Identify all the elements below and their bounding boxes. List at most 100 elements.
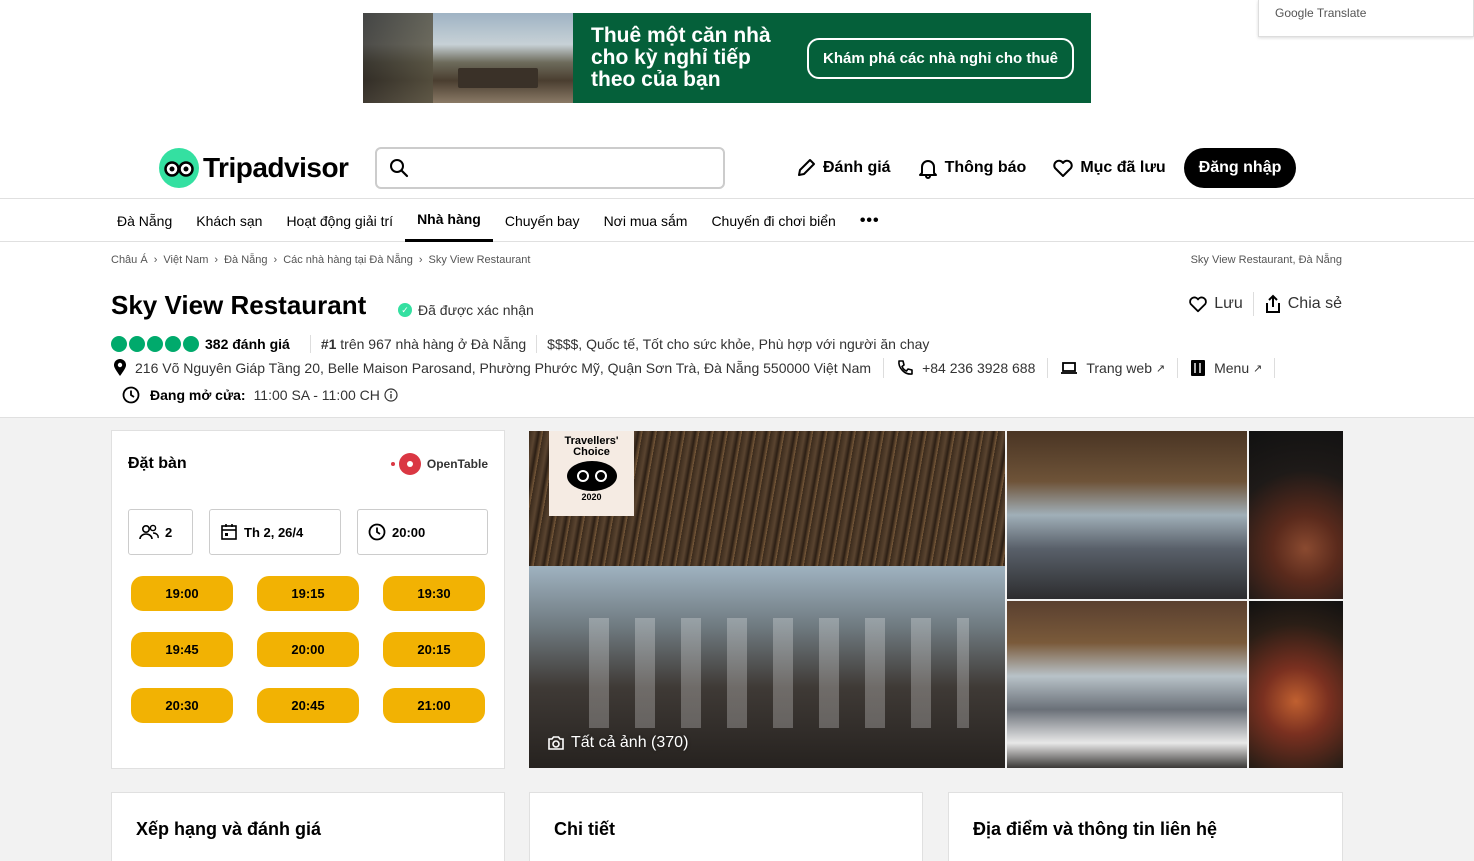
photo-thumbnail[interactable] [1007, 601, 1247, 768]
rank-text: trên 967 nhà hàng ở Đà Nẵng [340, 336, 527, 352]
cuisine-tags: $$$$, Quốc tế, Tốt cho sức khỏe, Phù hợp… [547, 336, 930, 352]
time-slot-button[interactable]: 19:15 [257, 576, 359, 611]
nav-item-da-nang[interactable]: Đà Nẵng [105, 199, 184, 242]
time-slot-button[interactable]: 19:45 [131, 632, 233, 667]
address-text: 216 Võ Nguyên Giáp Tầng 20, Belle Maison… [135, 360, 872, 376]
time-slot-button[interactable]: 21:00 [383, 688, 485, 723]
rating-line: 382 đánh giá #1 trên 967 nhà hàng ở Đà N… [111, 335, 929, 353]
divider [1252, 292, 1254, 316]
reservation-card: Đặt bàn OpenTable 2 Th 2, 26/4 20:00 19:… [111, 430, 505, 769]
time-slot-button[interactable]: 19:00 [131, 576, 233, 611]
reservation-selectors: 2 Th 2, 26/4 20:00 [128, 509, 488, 555]
address-link[interactable]: 216 Võ Nguyên Giáp Tầng 20, Belle Maison… [113, 359, 871, 377]
saved-label: Mục đã lưu [1080, 159, 1166, 176]
chevron-right-icon: › [273, 254, 278, 266]
all-photos-label: Tất cả ảnh (370) [571, 734, 689, 751]
party-size-select[interactable]: 2 [128, 509, 193, 555]
breadcrumb-item[interactable]: Châu Á [111, 254, 148, 266]
phone-icon [898, 360, 913, 375]
time-slot-button[interactable]: 20:15 [383, 632, 485, 667]
details-card: Chi tiết [529, 792, 923, 861]
notifications-link[interactable]: Thông báo [917, 157, 1027, 179]
photo-thumbnail[interactable] [1007, 431, 1247, 599]
verified-badge: ✓ Đã được xác nhận [398, 302, 534, 318]
photo-thumbnail[interactable] [1249, 601, 1343, 768]
date-select[interactable]: Th 2, 26/4 [209, 509, 341, 555]
google-translate-widget[interactable]: Google Translate [1258, 0, 1474, 37]
menu-text: Menu [1214, 360, 1250, 376]
tripadvisor-logo[interactable]: Tripadvisor [159, 148, 349, 188]
header-actions: Đánh giá Thông báo Mục đã lưu Đăng nhập [795, 148, 1297, 188]
share-button[interactable]: Chia sẻ [1264, 294, 1342, 314]
owl-badge-icon [566, 461, 617, 491]
category-nav: Đà Nẵng Khách sạn Hoạt động giải trí Nhà… [0, 198, 1474, 242]
photo-thumbnail[interactable] [1249, 431, 1343, 599]
heart-icon [1053, 159, 1073, 177]
menu-link[interactable]: Menu ↗ [1190, 359, 1262, 377]
nav-item-activities[interactable]: Hoạt động giải trí [274, 199, 405, 242]
location-card: Địa điểm và thông tin liên hệ [948, 792, 1343, 861]
all-photos-link[interactable]: Tất cả ảnh (370) [547, 734, 688, 752]
rating-bubble [183, 336, 199, 352]
review-count[interactable]: 382 đánh giá [205, 336, 290, 352]
saved-link[interactable]: Mục đã lưu [1052, 157, 1166, 179]
ad-body: Thuê một căn nhà cho kỳ nghỉ tiếp theo c… [573, 13, 1091, 103]
chevron-right-icon: › [153, 254, 158, 266]
ratings-heading: Xếp hạng và đánh giá [136, 819, 322, 839]
phone-link[interactable]: +84 236 3928 688 [896, 359, 1035, 377]
travellers-choice-badge: Travellers' Choice 2020 [549, 431, 634, 516]
search-box[interactable] [375, 147, 725, 189]
save-button[interactable]: Lưu [1188, 294, 1243, 314]
notifications-label: Thông báo [944, 159, 1027, 176]
save-label: Lưu [1214, 295, 1243, 312]
time-slot-button[interactable]: 20:30 [131, 688, 233, 723]
rank-number: #1 [320, 336, 337, 352]
nav-item-shopping[interactable]: Nơi mua sắm [592, 199, 700, 242]
review-link[interactable]: Đánh giá [795, 157, 891, 179]
breadcrumb-item-current: Sky View Restaurant [428, 254, 531, 266]
share-label: Chia sẻ [1287, 295, 1342, 312]
rating-bubble [111, 336, 127, 352]
time-slots: 19:00 19:15 19:30 19:45 20:00 20:15 20:3… [131, 576, 485, 723]
breadcrumb-item[interactable]: Việt Nam [163, 254, 208, 266]
time-select[interactable]: 20:00 [357, 509, 488, 555]
people-icon [139, 524, 159, 540]
location-heading: Địa điểm và thông tin liên hệ [973, 819, 1218, 839]
details-heading: Chi tiết [554, 819, 615, 839]
search-input[interactable] [417, 149, 723, 187]
login-button[interactable]: Đăng nhập [1183, 148, 1297, 188]
time-slot-button[interactable]: 19:30 [383, 576, 485, 611]
nav-item-restaurants[interactable]: Nhà hàng [405, 199, 493, 242]
ad-cta-button[interactable]: Khám phá các nhà nghỉ cho thuê [807, 37, 1075, 79]
menu-book-icon [1191, 360, 1206, 376]
badge-year: 2020 [581, 492, 602, 502]
divider [536, 335, 538, 353]
calendar-icon [221, 524, 237, 540]
more-menu-icon[interactable]: ••• [848, 199, 892, 242]
ad-image [363, 13, 573, 103]
camera-icon [548, 736, 564, 750]
info-icon[interactable] [384, 388, 398, 402]
date-value: Th 2, 26/4 [244, 524, 304, 540]
badge-title: Travellers' Choice [564, 435, 619, 458]
nav-item-hotels[interactable]: Khách sạn [184, 199, 274, 242]
bell-icon [918, 160, 937, 179]
reservation-title: Đặt bàn [128, 455, 187, 472]
page-actions: Lưu Chia sẻ [1188, 292, 1342, 316]
time-value: 20:00 [392, 524, 426, 540]
ranking[interactable]: #1 trên 967 nhà hàng ở Đà Nẵng [321, 336, 526, 352]
opentable-logo: OpenTable [390, 453, 488, 475]
search-icon [390, 159, 409, 178]
pencil-icon [798, 159, 815, 176]
time-slot-button[interactable]: 20:00 [257, 632, 359, 667]
breadcrumb-item[interactable]: Các nhà hàng tại Đà Nẵng [283, 254, 413, 266]
ad-banner[interactable]: Thuê một căn nhà cho kỳ nghỉ tiếp theo c… [363, 13, 1091, 103]
party-size-value: 2 [165, 524, 173, 540]
time-slot-button[interactable]: 20:45 [257, 688, 359, 723]
nav-item-beach-trips[interactable]: Chuyến đi chơi biển [699, 199, 847, 242]
breadcrumb-item[interactable]: Đà Nẵng [224, 254, 267, 266]
laptop-icon [1061, 362, 1078, 374]
main-photo[interactable]: Travellers' Choice 2020 Tất cả ảnh (370) [529, 431, 1005, 768]
website-link[interactable]: Trang web ↗ [1060, 360, 1165, 376]
nav-item-flights[interactable]: Chuyến bay [493, 199, 592, 242]
